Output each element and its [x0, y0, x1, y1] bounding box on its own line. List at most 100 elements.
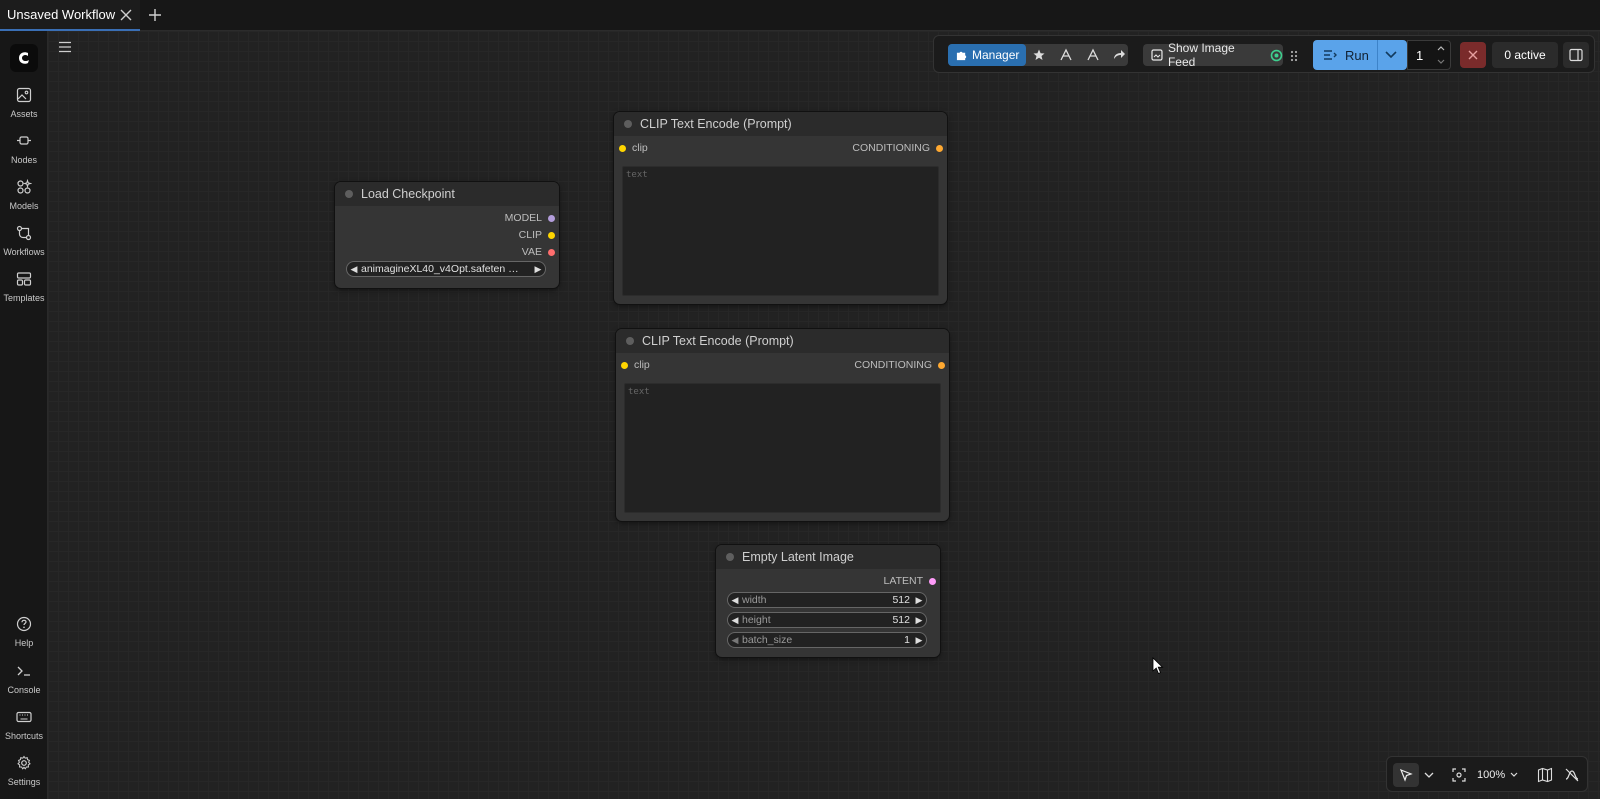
arrow-left-icon[interactable]: ◀ — [728, 615, 742, 626]
slot-connector[interactable] — [621, 361, 628, 369]
menu-icon[interactable] — [58, 41, 72, 53]
minimap-icon[interactable] — [1537, 767, 1553, 783]
sidebar-item-workflows[interactable]: Workflows — [0, 225, 48, 257]
output-slot-conditioning[interactable]: CONDITIONING — [852, 142, 943, 154]
stop-button[interactable] — [1460, 42, 1486, 68]
widget-name: height — [742, 614, 771, 626]
model-b-icon[interactable] — [1085, 47, 1101, 63]
widget-value: 512 — [892, 594, 910, 606]
close-icon[interactable] — [119, 8, 133, 22]
queue-active-button[interactable]: 0 active — [1492, 42, 1558, 68]
arrow-right-icon[interactable]: ▶ — [531, 264, 545, 275]
star-icon[interactable] — [1031, 47, 1047, 63]
sidebar-item-console[interactable]: Console — [0, 663, 48, 695]
actions-toolbar: Manager Show Image Feed Run 1 0 active — [933, 35, 1595, 73]
slot-connector[interactable] — [548, 231, 555, 239]
help-icon — [16, 616, 32, 632]
drag-handle-icon[interactable] — [1289, 49, 1299, 63]
share-icon[interactable] — [1111, 47, 1127, 63]
sidebar-item-nodes[interactable]: Nodes — [0, 133, 48, 165]
sidebar: Assets Nodes Models Workflows Templates … — [0, 31, 48, 799]
node-clip-text-encode[interactable]: CLIP Text Encode (Prompt) clip CONDITION… — [616, 329, 949, 521]
sidebar-item-label: Assets — [10, 109, 38, 119]
sidebar-item-templates[interactable]: Templates — [0, 271, 48, 303]
width-widget[interactable]: ◀ width 512 ▶ — [727, 592, 927, 608]
arrow-left-icon[interactable]: ◀ — [347, 264, 361, 275]
batch-count-stepper[interactable]: 1 — [1407, 40, 1451, 70]
show-image-feed-button[interactable]: Show Image Feed — [1143, 41, 1283, 69]
toggle-panel-button[interactable] — [1563, 42, 1589, 68]
input-slot-clip[interactable]: clip — [619, 142, 648, 154]
slot-label: MODEL — [504, 212, 542, 224]
arrow-right-icon[interactable]: ▶ — [912, 595, 926, 606]
output-slot-conditioning[interactable]: CONDITIONING — [854, 359, 945, 371]
sidebar-item-label: Settings — [7, 777, 41, 787]
chevron-up-icon[interactable] — [1436, 44, 1446, 52]
keyboard-icon — [16, 711, 32, 723]
chevron-down-icon — [1510, 772, 1518, 777]
select-tool-button[interactable] — [1393, 763, 1419, 787]
arrow-left-icon[interactable]: ◀ — [728, 595, 742, 606]
hide-links-icon[interactable] — [1564, 767, 1580, 783]
slot-label: CONDITIONING — [854, 359, 932, 371]
canvas-controls: 100% — [1386, 756, 1588, 792]
node-icon — [17, 136, 31, 145]
puzzle-icon — [956, 51, 967, 60]
queue-icon — [1324, 50, 1337, 60]
plus-icon[interactable] — [148, 8, 162, 22]
close-icon — [1468, 50, 1478, 60]
slot-connector[interactable] — [929, 577, 936, 585]
tab-unsaved-workflow[interactable]: Unsaved Workflow — [0, 0, 140, 31]
slot-connector[interactable] — [548, 248, 555, 256]
sidebar-item-shortcuts[interactable]: Shortcuts — [0, 709, 48, 741]
chevron-down-icon[interactable] — [1436, 58, 1446, 66]
manager-button[interactable]: Manager — [948, 44, 1026, 66]
node-header[interactable]: CLIP Text Encode (Prompt) — [614, 112, 947, 136]
model-a-icon[interactable] — [1058, 47, 1074, 63]
node-empty-latent-image[interactable]: Empty Latent Image LATENT ◀ width 512 ▶ … — [716, 545, 940, 657]
chevron-down-icon[interactable] — [1384, 50, 1398, 60]
zoom-control[interactable]: 100% — [1477, 767, 1519, 783]
arrow-left-icon[interactable]: ◀ — [728, 635, 742, 646]
input-slot-clip[interactable]: clip — [621, 359, 650, 371]
chevron-down-icon[interactable] — [1423, 767, 1435, 783]
collapse-dot[interactable] — [626, 337, 634, 345]
prompt-textarea[interactable]: text — [624, 383, 941, 513]
arrow-right-icon[interactable]: ▶ — [912, 615, 926, 626]
collapse-dot[interactable] — [726, 553, 734, 561]
gallery-icon — [1151, 49, 1163, 61]
sidebar-item-label: Nodes — [10, 155, 37, 165]
fit-view-icon[interactable] — [1451, 767, 1467, 783]
node-header[interactable]: Empty Latent Image — [716, 545, 940, 569]
sidebar-item-settings[interactable]: Settings — [0, 755, 48, 787]
logo-icon — [19, 52, 29, 64]
collapse-dot[interactable] — [624, 120, 632, 128]
node-load-checkpoint[interactable]: Load Checkpoint MODEL CLIP VAE ◀ animagi… — [335, 182, 559, 288]
ckpt-name-value: animagineXL40_v4Opt.safeten … — [361, 263, 519, 275]
collapse-dot[interactable] — [345, 190, 353, 198]
node-clip-text-encode[interactable]: CLIP Text Encode (Prompt) clip CONDITION… — [614, 112, 947, 304]
output-slot-latent[interactable]: LATENT — [884, 575, 936, 587]
run-button[interactable]: Run — [1313, 40, 1407, 70]
sidebar-item-help[interactable]: Help — [0, 616, 48, 648]
comfy-logo[interactable] — [10, 44, 38, 72]
node-header[interactable]: CLIP Text Encode (Prompt) — [616, 329, 949, 353]
prompt-textarea[interactable]: text — [622, 166, 939, 296]
ckpt-name-combo[interactable]: ◀ animagineXL40_v4Opt.safeten … ▶ — [346, 261, 546, 277]
arrow-right-icon[interactable]: ▶ — [912, 635, 926, 646]
output-slot-clip[interactable]: CLIP — [519, 229, 555, 241]
sidebar-item-models[interactable]: Models — [0, 179, 48, 211]
output-slot-model[interactable]: MODEL — [505, 212, 555, 224]
sidebar-item-label: Console — [7, 685, 41, 695]
slot-connector[interactable] — [938, 361, 945, 369]
textarea-placeholder: text — [626, 170, 648, 180]
slot-connector[interactable] — [548, 214, 555, 222]
slot-connector[interactable] — [619, 144, 626, 152]
height-widget[interactable]: ◀ height 512 ▶ — [727, 612, 927, 628]
slot-label: CLIP — [518, 229, 542, 241]
output-slot-vae[interactable]: VAE — [522, 246, 555, 258]
batch-size-widget[interactable]: ◀ batch_size 1 ▶ — [727, 632, 927, 648]
slot-connector[interactable] — [936, 144, 943, 152]
node-header[interactable]: Load Checkpoint — [335, 182, 559, 206]
sidebar-item-assets[interactable]: Assets — [0, 87, 48, 119]
